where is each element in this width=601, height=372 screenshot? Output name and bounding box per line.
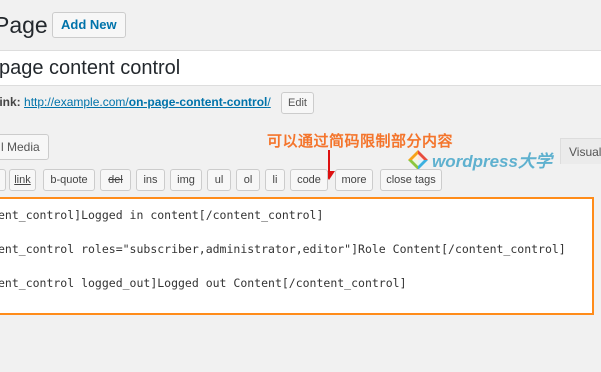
page-title: Page <box>0 12 48 38</box>
qt-del-button[interactable]: del <box>100 169 131 191</box>
content-line: ent_control]Logged in content[/content_c… <box>0 208 324 222</box>
permalink-url-base: http://example.com/ <box>24 95 129 109</box>
add-media-button[interactable]: l Media <box>0 134 49 160</box>
qt-ul-button[interactable]: ul <box>207 169 231 191</box>
qt-more-button[interactable]: more <box>335 169 373 191</box>
qt-close-tags-button[interactable]: close tags <box>380 169 442 191</box>
qt-code-button[interactable]: code <box>290 169 328 191</box>
permalink-slug: on-page-content-control <box>128 95 268 109</box>
permalink-url-tail: / <box>267 95 271 109</box>
add-new-button[interactable]: Add New <box>52 12 126 38</box>
qt-img-button[interactable]: img <box>170 169 202 191</box>
content-editor-textarea[interactable]: ent_control]Logged in content[/content_c… <box>0 197 594 315</box>
qt-italic-button[interactable]: i <box>0 169 6 191</box>
qt-li-button[interactable]: li <box>265 169 285 191</box>
edit-permalink-button[interactable]: Edit <box>281 92 314 114</box>
permalink-row: link: http://example.com/on-page-content… <box>0 94 271 110</box>
qt-link-button[interactable]: link <box>9 169 36 191</box>
post-title-input[interactable]: page content control <box>0 50 601 86</box>
qt-ins-button[interactable]: ins <box>136 169 165 191</box>
content-line: ent_control logged_out]Logged out Conten… <box>0 276 407 290</box>
qt-bquote-button[interactable]: b-quote <box>43 169 95 191</box>
permalink-label: link: <box>0 95 21 109</box>
qt-ol-button[interactable]: ol <box>236 169 260 191</box>
quicktags-toolbar: i link b-quote del ins img ul ol li code… <box>0 166 601 196</box>
content-line: ent_control roles="subscriber,administra… <box>0 242 566 256</box>
tab-visual[interactable]: Visual <box>560 138 601 164</box>
permalink-url[interactable]: http://example.com/on-page-content-contr… <box>24 95 271 109</box>
